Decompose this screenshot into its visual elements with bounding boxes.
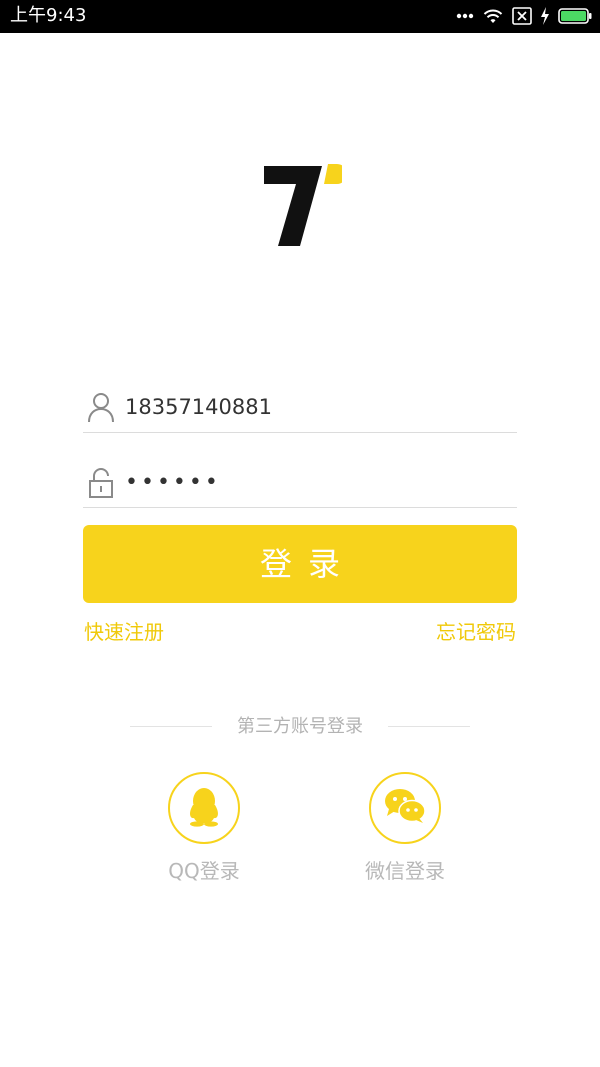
status-icons (456, 5, 592, 27)
register-link[interactable]: 快速注册 (84, 619, 164, 645)
no-sim-icon (512, 7, 532, 25)
phone-input[interactable] (125, 390, 505, 424)
qq-login-button[interactable]: QQ登录 (144, 772, 264, 884)
wechat-icon (383, 787, 427, 829)
wechat-login-button[interactable]: 微信登录 (345, 772, 465, 884)
more-dots-icon (456, 13, 474, 19)
lock-open-icon (87, 467, 115, 499)
login-button[interactable]: 登录 (83, 525, 517, 603)
third-party-title: 第三方账号登录 (237, 716, 363, 737)
phone-field (83, 382, 517, 433)
qq-icon-circle[interactable] (168, 772, 240, 844)
status-time: 上午9:43 (10, 5, 87, 26)
status-bar: 上午9:43 (0, 0, 600, 33)
forgot-password-link[interactable]: 忘记密码 (436, 619, 516, 645)
password-field (83, 457, 517, 508)
password-input[interactable] (125, 465, 505, 499)
wechat-icon-circle[interactable] (369, 772, 441, 844)
login-screen: 上午9:43 18357140881 •••••• 登录 快速注册 忘记密码 第… (0, 0, 600, 1067)
battery-icon (558, 7, 592, 25)
app-logo (258, 158, 347, 250)
qq-login-label: QQ登录 (168, 859, 240, 883)
divider-line (388, 726, 470, 727)
third-party-divider: 第三方账号登录 (130, 714, 470, 740)
qq-penguin-icon (185, 785, 223, 831)
user-icon (87, 392, 115, 424)
wechat-login-label: 微信登录 (365, 859, 445, 883)
charging-icon (540, 7, 550, 25)
wifi-icon (482, 7, 504, 25)
